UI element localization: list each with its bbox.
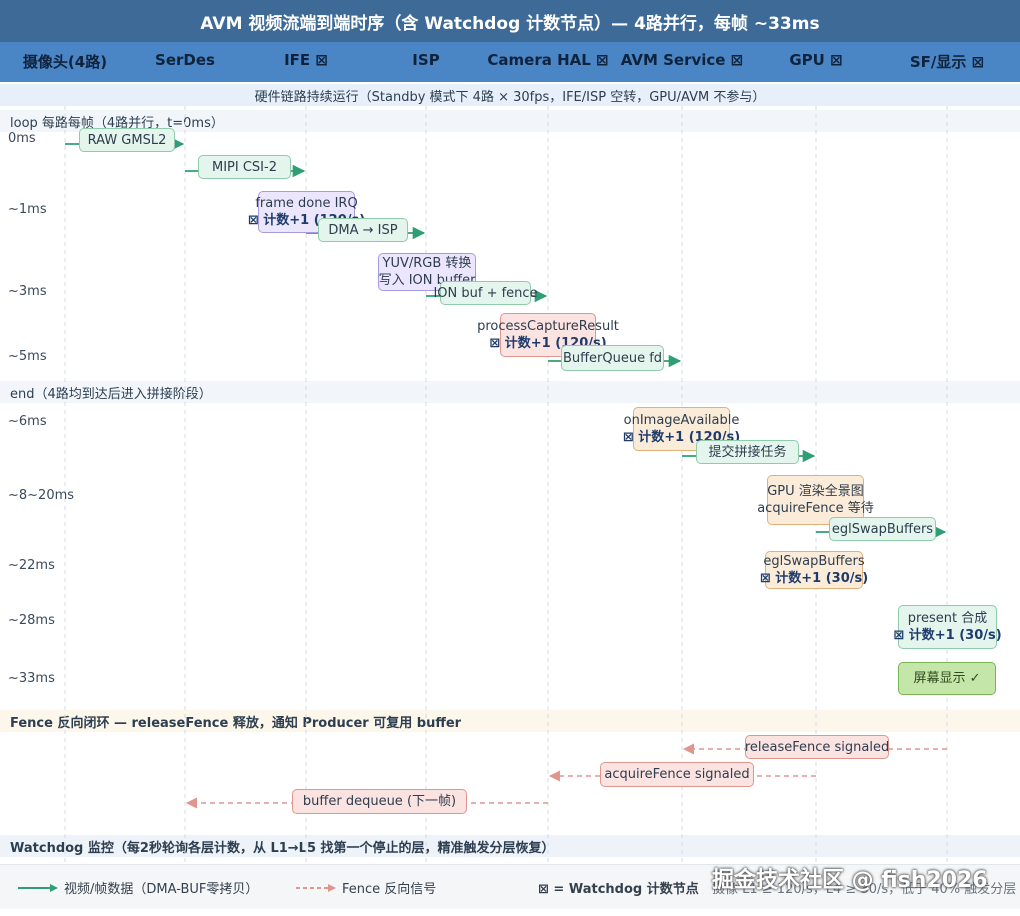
legend-solid-arrow-icon [18,883,58,892]
step-raw-gmsl2: RAW GMSL2 [79,128,175,152]
step-bufferqueue-fd: BufferQueue fd [561,345,664,371]
legend-fence-signal: Fence 反向信号 [296,878,436,897]
watchdog-counter-gpu: ⊠ 计数+1 (30/s) [759,571,869,586]
legend-dashed-arrow-icon [296,883,336,892]
time-label: ~6ms [8,414,47,429]
step-present-compose: present 合成 ⊠ 计数+1 (30/s) [893,605,1002,649]
present-compose-text: present 合成 [907,611,988,626]
time-label: ~5ms [8,349,47,364]
step-ion-buf-fence: ION buf + fence [433,281,538,305]
process-capture-result-text: processCaptureResult [477,319,619,334]
step-buffer-dequeue: buffer dequeue (下一帧) [292,789,467,814]
legend-data-flow: 视频/帧数据（DMA-BUF零拷贝） [18,878,258,897]
step-dma-isp: DMA → ISP [318,218,408,242]
step-mipi-csi2: MIPI CSI-2 [198,155,291,179]
frame-done-text: frame done IRQ [255,196,358,211]
gpu-render-line2: acquireFence 等待 [757,501,874,516]
time-label: 0ms [8,131,36,146]
yuv-convert-line1: YUV/RGB 转换 [382,256,472,271]
time-label: ~3ms [8,284,47,299]
legend-watchdog-marker: ⊠ = Watchdog 计数节点 [538,882,699,897]
time-label: ~28ms [8,613,55,628]
egl-swap-buffers-text: eglSwapBuffers [763,554,865,569]
step-egl-swap-buffers: eglSwapBuffers ⊠ 计数+1 (30/s) [760,551,868,589]
watchdog-counter-sf: ⊠ 计数+1 (30/s) [893,628,1002,643]
legend-fence-signal-text: Fence 反向信号 [342,882,437,897]
watermark: 掘金技术社区 @ fish2026 [712,868,988,893]
time-label: ~8~20ms [8,488,75,503]
step-submit-stitch: 提交拼接任务 [696,440,799,464]
on-image-available-text: onImageAvailable [623,413,740,428]
step-acquire-fence: acquireFence signaled [600,762,754,787]
gpu-render-line1: GPU 渲染全景图 [767,484,864,499]
time-label: ~33ms [8,671,55,686]
legend-data-flow-text: 视频/帧数据（DMA-BUF零拷贝） [64,882,259,897]
time-label: ~22ms [8,558,55,573]
step-egl-swap-arrow-label: eglSwapBuffers [829,517,936,541]
time-label: ~1ms [8,202,47,217]
step-release-fence: releaseFence signaled [745,735,889,759]
step-screen-display: 屏幕显示 ✓ [898,662,996,695]
